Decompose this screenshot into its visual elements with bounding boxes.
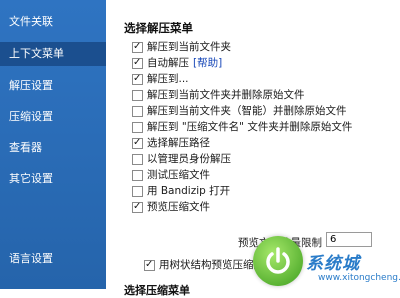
watermark-url: www.xitongcheng.com [318, 273, 400, 283]
sidebar-item-language[interactable]: 语言设置 [0, 247, 106, 271]
option-label: 自动解压 [147, 57, 189, 69]
sidebar-item-file-association[interactable]: 文件关联 [0, 10, 106, 34]
option-label: 预览压缩文件 [147, 201, 210, 213]
option-test-archive[interactable]: 测试压缩文件 [132, 168, 210, 182]
checkbox[interactable] [132, 185, 143, 197]
option-label: 用 Bandizip 打开 [147, 185, 231, 197]
checkbox[interactable] [132, 121, 143, 133]
checkbox[interactable] [132, 56, 143, 70]
sidebar-item-compress-settings[interactable]: 压缩设置 [0, 105, 106, 129]
checkbox[interactable] [132, 105, 143, 117]
option-label: 解压到 "压缩文件名" 文件夹并删除原始文件 [147, 121, 353, 133]
preview-limit-input[interactable] [326, 232, 372, 247]
option-label: 测试压缩文件 [147, 169, 210, 181]
settings-sidebar: 文件关联 上下文菜单 解压设置 压缩设置 查看器 其它设置 语言设置 [0, 0, 106, 289]
checkbox[interactable] [132, 153, 143, 165]
checkbox[interactable] [132, 89, 143, 101]
section-title-extract-menu: 选择解压菜单 [124, 21, 193, 35]
help-link[interactable]: [帮助] [193, 56, 222, 70]
option-preview-archive[interactable]: 预览压缩文件 [132, 200, 210, 214]
sidebar-item-other-settings[interactable]: 其它设置 [0, 167, 106, 191]
watermark-text: 系统城 [306, 254, 360, 274]
option-auto-extract[interactable]: 自动解压 [帮助] [132, 56, 222, 70]
checkbox[interactable] [132, 136, 143, 150]
watermark-logo [253, 236, 303, 286]
checkbox[interactable] [132, 40, 143, 54]
section-title-compress-menu: 选择压缩菜单 [124, 284, 190, 297]
option-label: 解压到当前文件夹并删除原始文件 [147, 89, 305, 101]
option-choose-extract-path[interactable]: 选择解压路径 [132, 136, 210, 150]
sidebar-item-viewer[interactable]: 查看器 [0, 136, 106, 160]
option-open-with-bandizip[interactable]: 用 Bandizip 打开 [132, 184, 230, 198]
option-label: 以管理员身份解压 [147, 153, 231, 165]
option-extract-as-admin[interactable]: 以管理员身份解压 [132, 152, 231, 166]
power-icon [266, 247, 290, 274]
option-label: 选择解压路径 [147, 137, 210, 149]
checkbox[interactable] [132, 169, 143, 181]
option-label: 解压到当前文件夹 [147, 41, 231, 53]
option-extract-smart-delete[interactable]: 解压到当前文件夹（智能）并删除原始文件 [132, 104, 347, 118]
option-extract-here[interactable]: 解压到当前文件夹 [132, 40, 231, 54]
checkbox[interactable] [132, 72, 143, 86]
option-extract-here-delete[interactable]: 解压到当前文件夹并删除原始文件 [132, 88, 305, 102]
checkbox[interactable] [132, 200, 143, 214]
settings-panel: 选择解压菜单 解压到当前文件夹 自动解压 [帮助] 解压到... 解压到当前文件… [106, 0, 400, 297]
option-label: 解压到当前文件夹（智能）并删除原始文件 [147, 105, 347, 117]
option-extract-to[interactable]: 解压到... [132, 72, 189, 86]
option-label: 解压到... [147, 73, 189, 85]
checkbox[interactable] [144, 258, 155, 272]
sidebar-item-extract-settings[interactable]: 解压设置 [0, 74, 106, 98]
option-extract-folder-delete[interactable]: 解压到 "压缩文件名" 文件夹并删除原始文件 [132, 120, 352, 134]
sidebar-item-context-menu[interactable]: 上下文菜单 [0, 42, 106, 66]
